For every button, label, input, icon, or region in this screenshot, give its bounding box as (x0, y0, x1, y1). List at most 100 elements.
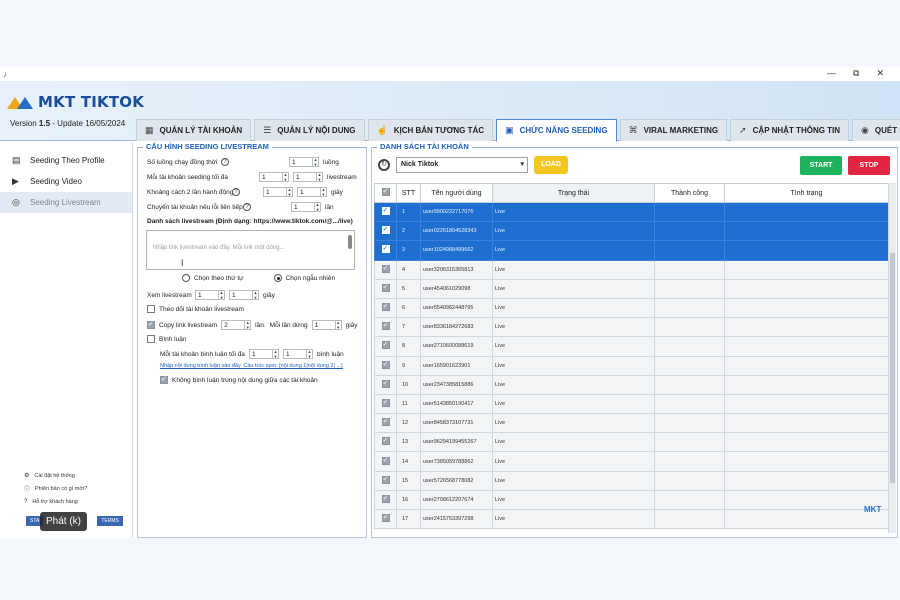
stepper-arrows-icon[interactable]: ▲ ▼ (314, 202, 320, 211)
row-checkbox[interactable] (381, 264, 390, 273)
whats-new-link[interactable]: ⓘ Phiên bản có gì mới? (24, 482, 87, 495)
row-select-cell[interactable] (374, 336, 397, 357)
row-select-cell[interactable] (374, 297, 397, 319)
sidebar-item-seeding-livestream[interactable]: ◎ Seeding Livestream (0, 192, 132, 213)
row-checkbox[interactable] (381, 283, 390, 292)
tab-scan-data[interactable]: ◉ QUÉT DỮ LIỆU (852, 119, 900, 141)
row-checkbox[interactable] (381, 398, 390, 407)
stepper-arrows-icon[interactable]: ▲ ▼ (272, 349, 278, 358)
comment-max-to-stepper[interactable]: 1 ▲ ▼ (283, 349, 313, 359)
sidebar-item-seeding-video[interactable]: ▶ Seeding Video (0, 171, 132, 192)
row-select-cell[interactable] (374, 355, 397, 376)
stepper-arrows-icon[interactable]: ▲ ▼ (252, 290, 258, 299)
row-checkbox[interactable] (381, 475, 390, 484)
support-link[interactable]: ? Hỗ trợ khách hàng (24, 495, 87, 508)
stepper-arrows-icon[interactable]: ▲ ▼ (244, 320, 250, 329)
table-row[interactable]: 13user96294199455267Live (374, 432, 889, 453)
refresh-icon[interactable]: ↻ (378, 159, 390, 171)
row-select-cell[interactable] (374, 489, 397, 511)
table-row[interactable]: 7user8336184272683Live (374, 317, 889, 338)
row-select-cell[interactable] (374, 259, 397, 280)
row-checkbox[interactable] (381, 225, 390, 235)
load-button[interactable]: LOAD (534, 156, 568, 174)
table-row[interactable]: 17user2415753397298Live (374, 508, 889, 530)
watch-from-stepper[interactable]: 1 ▲ ▼ (195, 290, 225, 300)
gap-from-stepper[interactable]: 1 ▲ ▼ (263, 187, 293, 197)
copy-link-checkbox[interactable] (147, 320, 155, 329)
row-checkbox[interactable] (381, 436, 390, 446)
stepper-arrows-icon[interactable]: ▲ ▼ (334, 320, 341, 329)
row-checkbox[interactable] (381, 206, 390, 216)
max-seed-from-stepper[interactable]: 1 ▲ ▼ (259, 172, 289, 182)
start-button[interactable]: START (800, 156, 842, 175)
row-checkbox[interactable] (381, 340, 390, 350)
terms-footer-button[interactable]: TERMS (97, 516, 123, 526)
column-header-stt[interactable]: STT (396, 183, 421, 203)
row-select-cell[interactable] (374, 317, 397, 338)
tab-seeding-function[interactable]: ▣ CHỨC NĂNG SEEDING (496, 119, 617, 142)
stepper-arrows-icon[interactable]: ▲ ▼ (320, 187, 326, 196)
livestream-links-textarea[interactable]: Nhập link livestream vào đây. Mỗi link m… (146, 230, 355, 270)
stepper-arrows-icon[interactable]: ▲ ▼ (286, 187, 292, 196)
row-select-cell[interactable] (374, 451, 397, 472)
stepper-arrows-icon[interactable]: ▲ ▼ (306, 349, 312, 358)
no-dup-checkbox[interactable] (160, 375, 168, 384)
row-checkbox[interactable] (381, 244, 390, 254)
tab-interaction-script[interactable]: ☝ KỊCH BẢN TƯƠNG TÁC (367, 119, 494, 141)
table-row[interactable]: 16user2708612207674Live (374, 489, 889, 511)
row-checkbox[interactable] (381, 379, 390, 388)
row-checkbox[interactable] (381, 302, 390, 312)
stepper-arrows-icon[interactable]: ▲ ▼ (312, 157, 318, 166)
select-all-checkbox[interactable] (381, 187, 390, 196)
table-scrollbar[interactable] (888, 183, 896, 533)
follow-checkbox[interactable] (147, 305, 155, 313)
stop-button[interactable]: STOP (848, 156, 890, 175)
row-checkbox[interactable] (381, 360, 390, 369)
tab-update-info[interactable]: ➚ CẬP NHẬT THÔNG TIN (730, 119, 850, 141)
table-row[interactable]: 5user454061029098Live (374, 278, 889, 299)
textarea-scrollbar[interactable] (348, 235, 352, 249)
table-row[interactable]: 10user2347385815886Live (374, 374, 889, 395)
row-select-cell[interactable] (374, 508, 397, 530)
row-select-cell[interactable] (374, 470, 397, 491)
table-row[interactable]: 6user6540982448795Live (374, 297, 889, 319)
account-group-select[interactable]: Nick Tiktok (396, 157, 528, 173)
table-row[interactable]: 1user9900222717076Live (374, 201, 889, 223)
copy-each-stepper[interactable]: 1 ▲ ▼ (311, 320, 342, 330)
row-checkbox[interactable] (381, 417, 390, 427)
gap-to-stepper[interactable]: 1 ▲ ▼ (297, 187, 327, 197)
column-header-state[interactable]: Tình trạng (724, 183, 889, 203)
help-icon[interactable]: ? (232, 188, 240, 196)
table-row[interactable]: 8user2710600088619Live (374, 336, 889, 357)
table-row[interactable]: 14user7385059788862Live (374, 451, 889, 472)
row-checkbox[interactable] (381, 513, 390, 523)
tab-viral-marketing[interactable]: ⌘ VIRAL MARKETING (619, 119, 728, 141)
sidebar-item-seeding-profile[interactable]: ▤ Seeding Theo Profile (0, 150, 132, 171)
tab-content-management[interactable]: ☰ QUẢN LÝ NỘI DUNG (254, 119, 365, 141)
help-icon[interactable]: ? (243, 203, 251, 211)
close-icon[interactable]: ✕ (876, 68, 884, 79)
row-checkbox[interactable] (381, 456, 390, 465)
row-select-cell[interactable] (374, 413, 397, 434)
switch-stepper[interactable]: 1 ▲ ▼ (291, 202, 321, 212)
row-checkbox[interactable] (381, 321, 390, 331)
column-header-username[interactable]: Tên người dùng (420, 183, 493, 203)
row-select-cell[interactable] (374, 374, 397, 395)
row-select-cell[interactable] (374, 201, 397, 223)
minimize-icon[interactable]: — (827, 68, 836, 79)
table-row[interactable]: 11user5143850190417Live (374, 393, 889, 415)
threads-stepper[interactable]: 1 ▲ ▼ (289, 157, 319, 167)
order-sequential-radio[interactable] (182, 274, 190, 282)
stepper-arrows-icon[interactable]: ▲ ▼ (282, 172, 288, 181)
scrollbar-thumb[interactable] (890, 253, 895, 483)
row-select-cell[interactable] (374, 393, 397, 415)
maximize-icon[interactable]: ⧉ (853, 68, 859, 79)
table-row[interactable]: 4user3206315365813Live (374, 259, 889, 280)
order-random-radio[interactable] (273, 274, 282, 282)
table-row[interactable]: 12user8458373107731Live (374, 413, 889, 434)
tab-account-management[interactable]: ▦ QUẢN LÝ TÀI KHOẢN (136, 119, 252, 141)
row-select-cell[interactable] (374, 278, 397, 299)
system-settings-link[interactable]: ⚙ Cài đặt hệ thống (24, 469, 87, 482)
column-header-success[interactable]: Thành công (654, 183, 725, 203)
table-row[interactable]: 15user5726568778082Live (374, 470, 889, 491)
